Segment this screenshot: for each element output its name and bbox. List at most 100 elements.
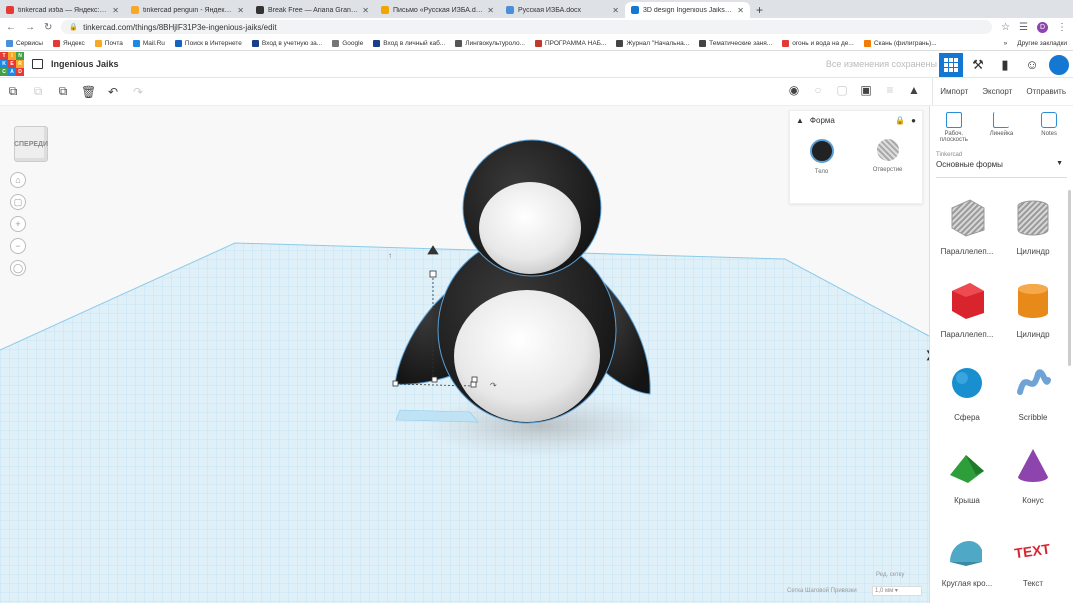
- shape-item[interactable]: Конус: [1000, 445, 1066, 518]
- blocks-icon[interactable]: ▮: [993, 53, 1017, 77]
- logo-letter: I: [8, 52, 16, 60]
- bookmark-item[interactable]: Скань (филигрань)...: [863, 39, 937, 47]
- duplicate-icon[interactable]: ⧉: [56, 84, 70, 99]
- close-tab-icon[interactable]: ✕: [237, 6, 244, 15]
- shape-item[interactable]: Цилиндр: [1000, 279, 1066, 352]
- back-icon[interactable]: ←: [6, 22, 16, 33]
- library-source: Tinkercad: [936, 152, 963, 158]
- fit-view-icon[interactable]: ▢: [10, 194, 26, 210]
- other-bookmarks-folder[interactable]: Другие закладки: [1017, 40, 1067, 47]
- close-tab-icon[interactable]: ✕: [362, 6, 369, 15]
- shape-item[interactable]: Круглая кро...: [934, 528, 1000, 601]
- ungroup-icon[interactable]: ▣: [859, 83, 873, 97]
- browser-tab[interactable]: 3D design Ingenious Jaiks | Tinke ✕: [625, 2, 750, 18]
- delete-icon[interactable]: 🗑: [81, 85, 96, 99]
- hole-swatch[interactable]: [876, 139, 899, 161]
- user-avatar[interactable]: [1047, 52, 1071, 77]
- bookmark-item[interactable]: огонь и вода на де...: [782, 39, 854, 47]
- edit-grid-link[interactable]: Ред. сетку: [876, 572, 904, 578]
- home-view-icon[interactable]: ⌂: [10, 172, 26, 188]
- shape-item[interactable]: Сфера: [934, 362, 1000, 435]
- forward-icon[interactable]: →: [25, 22, 35, 33]
- close-tab-icon[interactable]: ✕: [112, 6, 119, 15]
- belly-shape[interactable]: [454, 290, 600, 422]
- mirror-icon[interactable]: ▲: [907, 83, 921, 97]
- bookmark-item[interactable]: Сервисы: [6, 39, 43, 47]
- profile-avatar[interactable]: D: [1037, 21, 1048, 33]
- light-icon[interactable]: ○: [811, 83, 825, 97]
- paste-icon[interactable]: ⧉: [31, 84, 45, 99]
- bookmark-item[interactable]: Mail.Ru: [132, 39, 165, 47]
- collapse-caret-icon[interactable]: ▲: [796, 116, 804, 125]
- 3d-view-button[interactable]: [939, 52, 963, 77]
- pickaxe-icon[interactable]: ⚒: [966, 53, 990, 77]
- browser-tab[interactable]: tinkercad изба — Яндекс: нашло ✕: [0, 2, 125, 18]
- bookmark-item[interactable]: Почта: [94, 39, 123, 47]
- add-user-icon[interactable]: ☺: [1020, 53, 1044, 77]
- group-icon[interactable]: ▢: [835, 83, 849, 97]
- bookmark-item[interactable]: Поиск в Интернете: [174, 39, 242, 47]
- bookmark-item[interactable]: Вход в учетную за...: [251, 39, 322, 47]
- redo-icon[interactable]: ↷: [131, 85, 145, 99]
- copy-icon[interactable]: ⧉: [6, 84, 20, 99]
- solid-swatch[interactable]: [809, 139, 834, 163]
- library-select[interactable]: Tinkercad Основные формы ▼: [936, 150, 1067, 178]
- shape-item[interactable]: Крыша: [934, 445, 1000, 518]
- shape-item[interactable]: TEXT Текст: [1000, 528, 1066, 601]
- snap-grid-select[interactable]: 1,0 мм ▾: [872, 586, 922, 596]
- import-button[interactable]: Импорт: [933, 87, 975, 96]
- ruler-icon: [993, 112, 1010, 128]
- solid-option[interactable]: Тело: [809, 139, 834, 175]
- tinkercad-logo[interactable]: TINKERCAD: [0, 52, 24, 76]
- close-tab-icon[interactable]: ✕: [612, 6, 619, 15]
- bookmark-star-icon[interactable]: ☆: [1001, 22, 1010, 33]
- light-bulb-icon[interactable]: ●: [911, 116, 916, 125]
- lock-icon[interactable]: 🔒: [895, 116, 905, 125]
- align-icon[interactable]: ≡: [883, 83, 897, 97]
- close-tab-icon[interactable]: ✕: [487, 6, 494, 15]
- more-bookmarks-button[interactable]: »: [1004, 40, 1008, 47]
- zoom-out-icon[interactable]: −: [10, 238, 26, 254]
- design-title[interactable]: Ingenious Jaiks: [51, 59, 119, 69]
- reload-icon[interactable]: ↻: [44, 22, 52, 33]
- bookmark-item[interactable]: ПРОГРАММА НАБ...: [534, 39, 606, 47]
- shape-item[interactable]: Параллелеп...: [934, 196, 1000, 269]
- 3d-workspace[interactable]: ↑ ↷ СПЕРЕДИ ⌂ ▢ + − ◯ ▲ Форма 🔒 ● Тело О…: [0, 106, 929, 603]
- tab-notes[interactable]: Notes: [1027, 112, 1071, 150]
- media-icon[interactable]: ☰: [1019, 22, 1028, 33]
- export-button[interactable]: Экспорт: [975, 87, 1019, 96]
- bookmark-item[interactable]: Google: [332, 39, 363, 47]
- url-field[interactable]: 🔒 tinkercad.com/things/8BHjlF31P3e-ingen…: [61, 20, 993, 34]
- browser-tab[interactable]: Письмо «Русская ИЗБА.docx» - ✕: [375, 2, 500, 18]
- tab-ruler[interactable]: Линейка: [979, 112, 1023, 150]
- panel-scrollbar[interactable]: [1068, 190, 1071, 366]
- view-cube[interactable]: СПЕРЕДИ: [14, 126, 48, 162]
- bookmark-item[interactable]: Журнал "Начальна...: [616, 39, 689, 47]
- close-tab-icon[interactable]: ✕: [737, 6, 744, 15]
- menu-dots-icon[interactable]: ⋮: [1057, 22, 1067, 33]
- tab-workplane[interactable]: Рабоч. плоскость: [932, 112, 976, 150]
- browser-tab[interactable]: tinkercad penguin - Яндекс.Видео ✕: [125, 2, 250, 18]
- new-tab-button[interactable]: +: [750, 2, 769, 18]
- bookmark-item[interactable]: Яндекс: [52, 39, 85, 47]
- design-menu-icon[interactable]: [32, 59, 43, 69]
- zoom-in-icon[interactable]: +: [10, 216, 26, 232]
- bookmark-item[interactable]: Вход в личный каб...: [373, 39, 445, 47]
- bookmark-item[interactable]: Тематические заня...: [699, 39, 773, 47]
- tab-title: tinkercad penguin - Яндекс.Видео: [143, 6, 233, 14]
- browser-tab[interactable]: Break Free — Ariana Grande ✕: [250, 2, 375, 18]
- bookmark-item[interactable]: Лингвокультуроло...: [455, 39, 525, 47]
- lock-icon: 🔒: [69, 24, 79, 31]
- send-button[interactable]: Отправить: [1019, 87, 1073, 96]
- perspective-icon[interactable]: ◯: [10, 260, 26, 276]
- bookmark-label: Тематические заня...: [709, 39, 773, 47]
- shape-item[interactable]: Scribble: [1000, 362, 1066, 435]
- comment-icon[interactable]: ◉: [787, 83, 801, 97]
- tab-favicon-icon: [381, 6, 389, 14]
- shape-item[interactable]: Цилиндр: [1000, 196, 1066, 269]
- hole-option[interactable]: Отверстие: [873, 139, 902, 175]
- browser-tab[interactable]: Русская ИЗБА.docx ✕: [500, 2, 625, 18]
- face-shape[interactable]: [479, 182, 581, 274]
- shape-item[interactable]: Параллелеп...: [934, 279, 1000, 352]
- undo-icon[interactable]: ↶: [106, 85, 120, 99]
